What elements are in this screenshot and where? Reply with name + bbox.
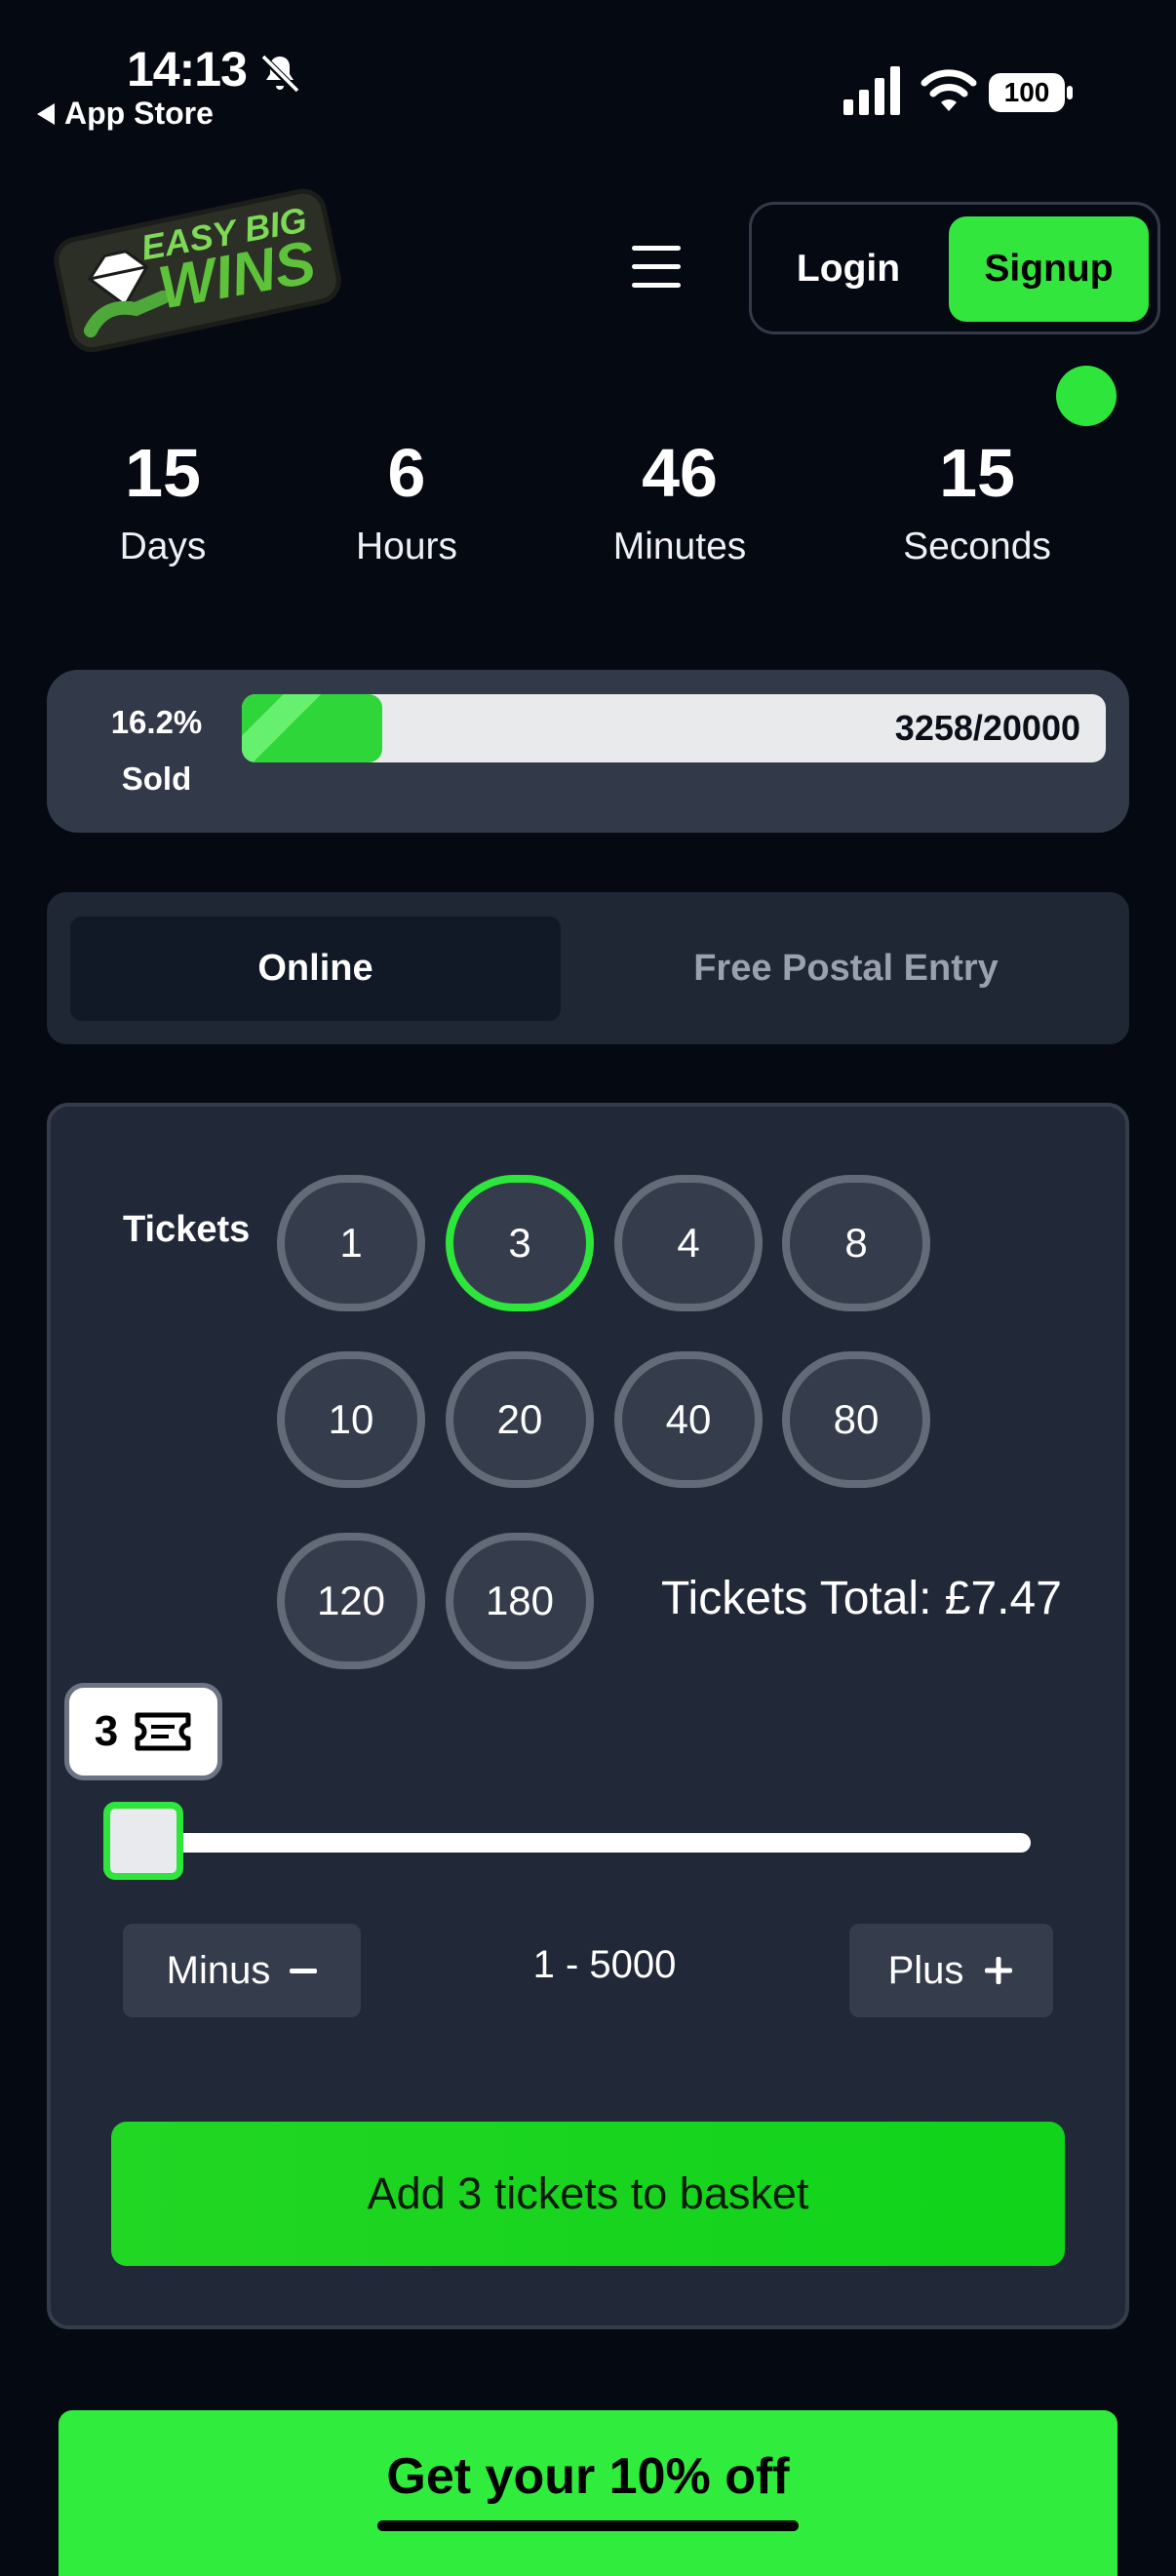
countdown-value: 15 [939,435,1015,511]
live-status-dot [1056,366,1117,426]
ticket-option[interactable]: 8 [782,1175,930,1311]
countdown-minutes: 46 Minutes [553,434,806,568]
easy-big-wins-logo[interactable]: EASY BIG WINS [51,180,343,356]
minus-button[interactable]: Minus [123,1924,361,2017]
countdown-label: Seconds [903,526,1051,567]
countdown-label: Hours [355,526,458,567]
countdown-label: Days [119,526,207,567]
ticket-option[interactable]: 10 [277,1351,425,1488]
promo-underline [377,2520,799,2531]
ticket-option[interactable]: 40 [614,1351,763,1488]
back-label: App Store [64,96,214,131]
sold-percent: 16.2% [110,704,203,740]
ticket-option[interactable]: 80 [782,1351,930,1488]
countdown-days: 15 Days [36,434,290,568]
sold-count: 3258/20000 [894,708,1080,748]
battery-level: 100 [1003,77,1050,107]
wifi-icon [921,69,977,111]
countdown-seconds: 15 Seconds [850,434,1104,568]
ticket-option[interactable]: 4 [614,1175,763,1311]
quantity-slider-thumb[interactable] [103,1802,183,1880]
bell-muted-icon [259,54,300,95]
tab-free-postal-entry[interactable]: Free Postal Entry [585,917,1107,1021]
signup-button[interactable]: Signup [949,216,1149,322]
plus-label: Plus [887,1948,964,1992]
quantity-value: 3 [94,1707,119,1755]
plus-button[interactable]: Plus [849,1924,1053,2017]
ticket-option[interactable]: 180 [446,1533,594,1669]
back-to-app-store[interactable]: App Store [37,96,214,132]
sold-label: Sold [121,761,192,797]
ticket-option[interactable]: 20 [446,1351,594,1488]
add-to-basket-button[interactable]: Add 3 tickets to basket [111,2122,1065,2266]
countdown-hours: 6 Hours [280,434,533,568]
quantity-badge: 3 [64,1683,222,1780]
ticket-option-selected[interactable]: 3 [446,1175,594,1311]
hamburger-menu-icon[interactable] [632,246,690,294]
ticket-option[interactable]: 1 [277,1175,425,1311]
promo-text: Get your 10% off [386,2448,790,2505]
countdown-value: 6 [387,435,426,511]
battery-indicator: 100 [988,72,1074,113]
minus-label: Minus [166,1948,271,1992]
quantity-range: 1 - 5000 [532,1943,677,1986]
tickets-total: Tickets Total: £7.47 [661,1573,1062,1624]
countdown-label: Minutes [612,526,747,567]
tickets-label: Tickets [123,1209,251,1250]
status-time: 14:13 [127,42,248,97]
plus-icon [985,1957,1013,1984]
countdown-value: 46 [642,435,718,511]
countdown-value: 15 [125,435,201,511]
tab-online[interactable]: Online [70,917,561,1021]
ticket-icon [135,1712,191,1751]
login-button[interactable]: Login [770,216,926,322]
minus-icon [290,1968,318,1973]
quantity-slider-track[interactable] [119,1833,1031,1853]
cellular-signal-icon [843,66,900,115]
back-arrow-icon [37,102,55,125]
ticket-option[interactable]: 120 [277,1533,425,1669]
